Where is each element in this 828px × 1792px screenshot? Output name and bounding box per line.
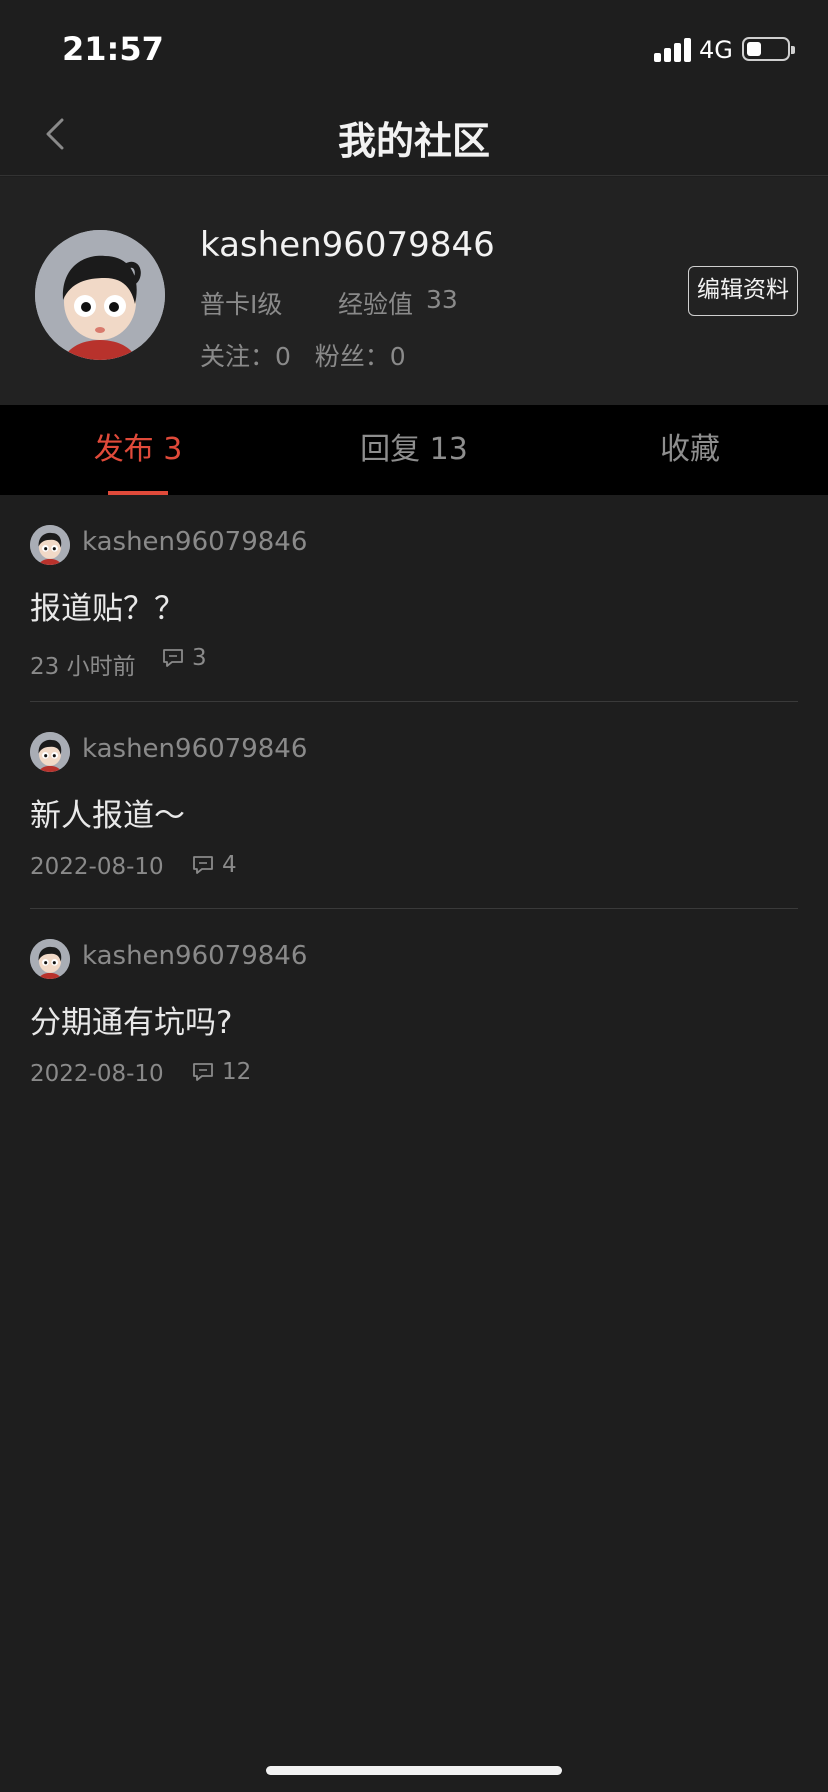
battery-icon bbox=[742, 37, 795, 61]
post-author: kashen96079846 bbox=[82, 941, 308, 971]
comment-icon bbox=[193, 856, 213, 874]
avatar-character-icon bbox=[30, 732, 70, 772]
comment-icon bbox=[163, 649, 183, 667]
post-date: 2022-08-10 bbox=[30, 854, 164, 880]
exp-value: 33 bbox=[426, 285, 458, 314]
follow-stats: 关注：0 粉丝：0 bbox=[200, 342, 406, 371]
post-comments: 12 bbox=[192, 1059, 251, 1085]
home-indicator[interactable] bbox=[266, 1766, 562, 1775]
post-author: kashen96079846 bbox=[82, 527, 308, 557]
comment-icon bbox=[193, 1063, 213, 1081]
edit-profile-button[interactable]: 编辑资料 bbox=[688, 266, 798, 316]
author-avatar bbox=[30, 525, 70, 565]
page-title: 我的社区 bbox=[337, 119, 490, 163]
post-date: 23 小时前 bbox=[30, 654, 136, 680]
avatar-character-icon bbox=[30, 939, 70, 979]
list-item[interactable]: kashen96079846 新人报道～ 2022-08-10 4 bbox=[0, 702, 828, 909]
post-title: 报道贴？？ bbox=[30, 591, 185, 627]
avatar-character-icon bbox=[35, 230, 165, 360]
user-level: 普卡I级 bbox=[200, 290, 283, 319]
avatar[interactable] bbox=[35, 230, 165, 360]
author-avatar bbox=[30, 939, 70, 979]
comment-count: 4 bbox=[222, 852, 237, 878]
status-bar: 21:57 4G bbox=[0, 0, 828, 92]
status-time: 21:57 bbox=[62, 30, 164, 68]
post-author: kashen96079846 bbox=[82, 734, 308, 764]
tab-favorites[interactable]: 收藏 bbox=[552, 405, 828, 495]
signal-icon bbox=[654, 36, 692, 62]
post-comments: 3 bbox=[162, 645, 207, 671]
list-item[interactable]: kashen96079846 报道贴？？ 23 小时前 3 bbox=[0, 495, 828, 702]
tab-replies[interactable]: 回复 13 bbox=[276, 405, 552, 495]
post-date: 2022-08-10 bbox=[30, 1061, 164, 1087]
exp-label: 经验值 bbox=[338, 290, 414, 319]
post-title: 新人报道～ bbox=[30, 798, 185, 834]
post-title: 分期通有坑吗? bbox=[30, 1005, 233, 1041]
avatar-character-icon bbox=[30, 525, 70, 565]
comment-count: 3 bbox=[192, 645, 207, 671]
list-item[interactable]: kashen96079846 分期通有坑吗? 2022-08-10 12 bbox=[0, 909, 828, 1116]
network-type: 4G bbox=[699, 36, 733, 64]
username: kashen96079846 bbox=[200, 225, 495, 265]
navigation-bar: 我的社区 bbox=[0, 92, 828, 176]
profile-header: kashen96079846 普卡I级 经验值 33 关注：0 粉丝：0 编辑资… bbox=[0, 177, 828, 405]
post-comments: 4 bbox=[192, 852, 237, 878]
author-avatar bbox=[30, 732, 70, 772]
comment-count: 12 bbox=[222, 1059, 252, 1085]
tab-bar: 发布 3 回复 13 收藏 bbox=[0, 405, 828, 495]
tab-posts[interactable]: 发布 3 bbox=[0, 405, 276, 495]
